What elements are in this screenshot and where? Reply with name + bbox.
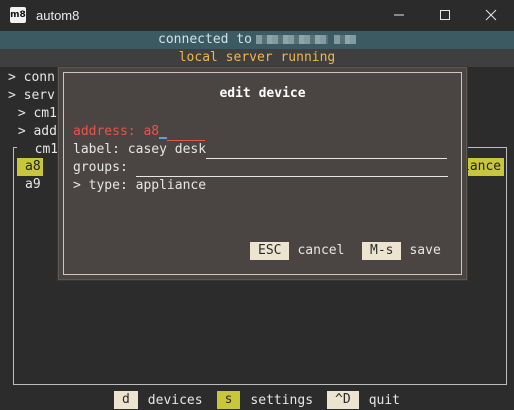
connection-status-text: connected to (158, 32, 252, 47)
tree-item[interactable]: > serv (8, 87, 55, 105)
address-label: address: (73, 124, 144, 139)
app-icon: m8 (10, 7, 26, 23)
minimize-icon (394, 14, 404, 16)
server-status-bar: local server running (0, 49, 514, 67)
groups-label: groups: (73, 160, 136, 175)
maximize-icon (440, 10, 450, 20)
type-label: type: appliance (88, 178, 207, 193)
meta-s-key: M-s (362, 242, 402, 260)
address-underline (167, 127, 206, 141)
type-selector[interactable]: > type: appliance (73, 177, 206, 195)
groups-underline (135, 163, 448, 177)
dialog-title: edit device (219, 86, 306, 101)
cancel-button[interactable]: ESC cancel (250, 242, 344, 260)
address-field[interactable]: address: a8 (73, 123, 206, 141)
settings-tab[interactable]: s settings (216, 391, 314, 409)
panel-title: cm1 (17, 141, 61, 159)
tree-item[interactable]: > add (10, 123, 57, 141)
label-underline (206, 145, 448, 159)
groups-field[interactable]: groups: (73, 159, 448, 177)
connection-status-bar: connected to (0, 31, 514, 49)
quit-label: quit (368, 392, 401, 408)
label-label: label: (73, 142, 128, 157)
devices-tab[interactable]: d devices (113, 391, 203, 409)
quit-key: ^D (327, 391, 359, 409)
maximize-button[interactable] (422, 0, 468, 30)
esc-key: ESC (250, 242, 290, 260)
save-button[interactable]: M-s save (362, 242, 441, 260)
label-field[interactable]: label: casey desk (73, 141, 448, 159)
device-row-selected[interactable]: a8 (17, 158, 43, 176)
window-title: autom8 (36, 7, 80, 23)
device-row[interactable]: a9 (25, 176, 41, 194)
settings-key: s (216, 391, 241, 409)
devices-label: devices (147, 392, 203, 408)
cancel-label: cancel (297, 243, 345, 258)
window-titlebar: m8 autom8 (0, 0, 514, 30)
devices-key: d (113, 391, 138, 409)
tree-item[interactable]: > cm1 (10, 105, 57, 123)
device-row-selected-tail: iance (462, 158, 504, 176)
close-icon (485, 9, 497, 21)
server-status-text: local server running (178, 50, 336, 65)
label-value: casey desk (127, 142, 207, 157)
edit-device-dialog: edit device address: a8 label: casey des… (58, 67, 467, 280)
quit-tab[interactable]: ^D quit (327, 391, 400, 409)
settings-label: settings (250, 392, 314, 408)
redacted-host (255, 35, 328, 44)
type-chevron-icon: > (73, 178, 89, 193)
terminal: connected to local server running > conn… (0, 31, 514, 410)
save-label: save (409, 243, 441, 258)
redacted-host-suffix (333, 35, 356, 44)
tree-item[interactable]: > conn (8, 69, 55, 87)
text-cursor (159, 137, 168, 139)
minimize-button[interactable] (376, 0, 422, 30)
bottom-keybar: d devices s settings ^D quit (0, 390, 514, 410)
close-button[interactable] (468, 0, 514, 30)
address-value: a8 (143, 124, 160, 139)
